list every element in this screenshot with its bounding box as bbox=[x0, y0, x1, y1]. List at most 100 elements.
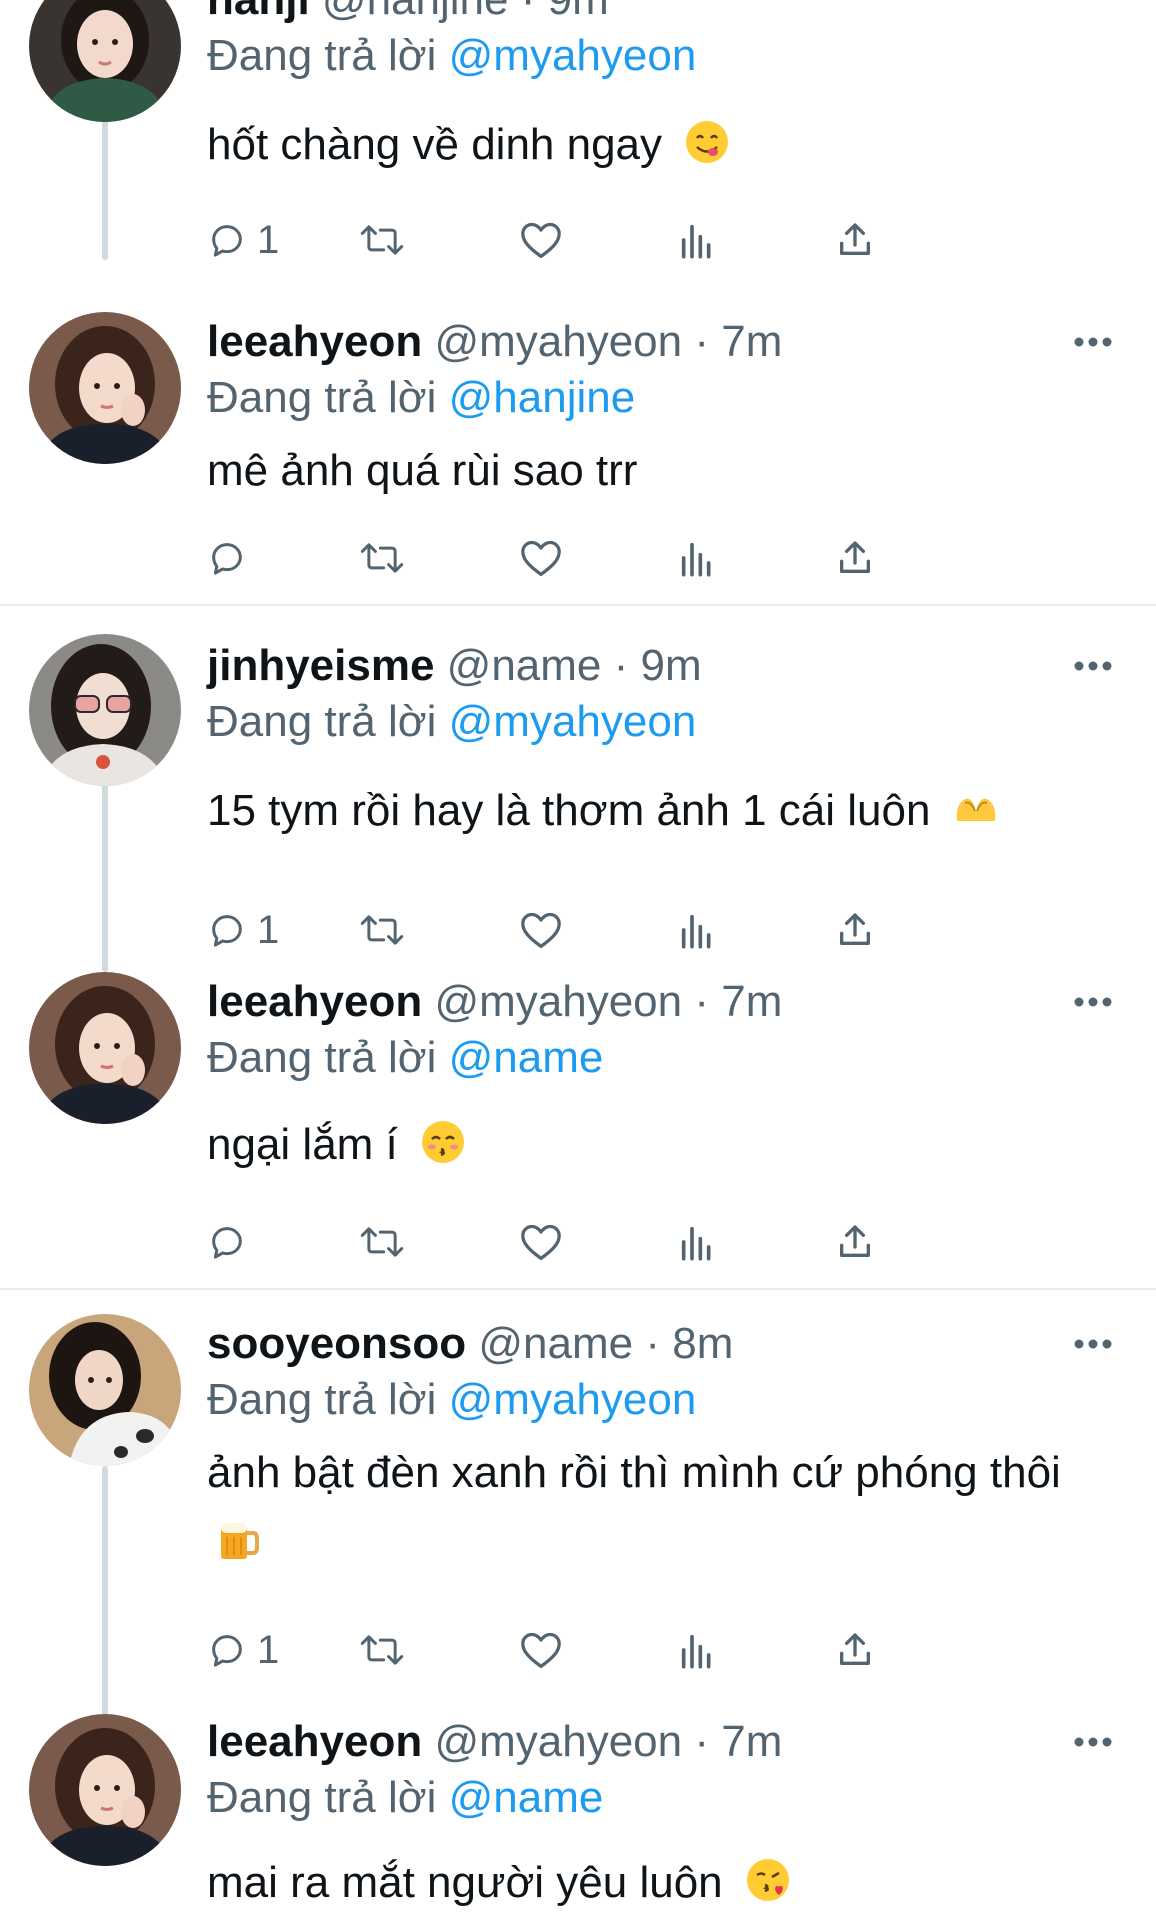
mention-link[interactable]: @myahyeon bbox=[449, 1375, 697, 1424]
timestamp[interactable]: 7m bbox=[721, 977, 782, 1026]
tweet-text: mê ảnh quá rùi sao trr bbox=[207, 436, 1087, 506]
share-button[interactable] bbox=[835, 210, 875, 270]
avatar[interactable] bbox=[29, 634, 181, 786]
reply-button[interactable]: 1 bbox=[207, 210, 279, 270]
like-button[interactable] bbox=[519, 528, 563, 588]
views-icon bbox=[681, 224, 711, 259]
views-icon bbox=[681, 1226, 711, 1261]
more-options-button[interactable] bbox=[1072, 654, 1114, 678]
like-button[interactable] bbox=[519, 210, 563, 270]
avatar[interactable] bbox=[29, 1714, 181, 1866]
share-icon bbox=[840, 541, 870, 573]
display-name[interactable]: leeahyeon bbox=[207, 317, 422, 366]
reply-button[interactable] bbox=[207, 1212, 257, 1272]
action-bar bbox=[207, 1212, 1037, 1272]
share-button[interactable] bbox=[835, 528, 875, 588]
tweet[interactable]: leeahyeon @myahyeon · 7m Đang trả lời @n… bbox=[0, 1688, 1156, 1920]
user-handle[interactable]: @myahyeon bbox=[434, 977, 682, 1026]
retweet-button[interactable] bbox=[359, 1212, 405, 1272]
reply-count: 1 bbox=[257, 1628, 280, 1672]
display-name[interactable]: sooyeonsoo bbox=[207, 1319, 466, 1368]
mention-link[interactable]: @myahyeon bbox=[449, 31, 697, 80]
tweet-text: ảnh bật đèn xanh rồi thì mình cứ phóng t… bbox=[207, 1438, 1087, 1584]
user-handle[interactable]: @name bbox=[447, 641, 602, 690]
user-handle[interactable]: @myahyeon bbox=[434, 1717, 682, 1766]
tweet-text-content: mê ảnh quá rùi sao trr bbox=[207, 446, 638, 495]
reply-button[interactable] bbox=[207, 528, 257, 588]
user-handle[interactable]: @hanjine bbox=[322, 0, 509, 24]
avatar-photo bbox=[29, 312, 181, 464]
tweet-text-content: ngại lắm í bbox=[207, 1120, 398, 1169]
retweet-button[interactable] bbox=[359, 210, 405, 270]
avatar-photo bbox=[29, 972, 181, 1124]
reply-icon bbox=[212, 1227, 242, 1259]
separator-dot: · bbox=[694, 977, 710, 1026]
views-button[interactable] bbox=[679, 528, 715, 588]
avatar[interactable] bbox=[29, 0, 181, 122]
tweet[interactable]: jinhyeisme @name · 9m Đang trả lời @myah… bbox=[0, 606, 1156, 952]
avatar[interactable] bbox=[29, 972, 181, 1124]
views-button[interactable] bbox=[679, 210, 715, 270]
like-button[interactable] bbox=[519, 1212, 563, 1272]
reply-icon bbox=[212, 915, 242, 947]
views-button[interactable] bbox=[679, 1620, 715, 1680]
avatar[interactable] bbox=[29, 1314, 181, 1466]
tweet[interactable]: sooyeonsoo @name · 8m Đang trả lời @myah… bbox=[0, 1290, 1156, 1688]
timestamp[interactable]: 7m bbox=[721, 317, 782, 366]
tweet-text: mai ra mắt người yêu luôn bbox=[207, 1848, 1087, 1924]
share-button[interactable] bbox=[835, 1620, 875, 1680]
tweet-header: jinhyeisme @name · 9m bbox=[207, 636, 702, 696]
mention-link[interactable]: @myahyeon bbox=[449, 697, 697, 746]
retweet-icon bbox=[360, 225, 404, 255]
timestamp[interactable]: 9m bbox=[641, 641, 702, 690]
more-options-button[interactable] bbox=[1072, 1332, 1114, 1356]
more-icon bbox=[1074, 1737, 1112, 1747]
tweet-header: leeahyeon @myahyeon · 7m bbox=[207, 312, 782, 372]
mention-link[interactable]: @name bbox=[449, 1033, 604, 1082]
views-icon bbox=[681, 542, 711, 577]
tweet[interactable]: leeahyeon @myahyeon · 7m Đang trả lời @h… bbox=[0, 300, 1156, 604]
like-button[interactable] bbox=[519, 1620, 563, 1680]
tweet[interactable]: hanji @hanjine · 9m Đang trả lời @myahye… bbox=[0, 0, 1156, 300]
mention-link[interactable]: @name bbox=[449, 1773, 604, 1822]
avatar-photo bbox=[29, 1714, 181, 1866]
user-handle[interactable]: @name bbox=[478, 1319, 633, 1368]
tweet[interactable]: leeahyeon @myahyeon · 7m Đang trả lời @n… bbox=[0, 946, 1156, 1288]
share-button[interactable] bbox=[835, 1212, 875, 1272]
separator-dot: · bbox=[694, 1717, 710, 1766]
views-button[interactable] bbox=[679, 1212, 715, 1272]
timestamp[interactable]: 8m bbox=[672, 1319, 733, 1368]
more-options-button[interactable] bbox=[1072, 990, 1114, 1014]
like-icon bbox=[521, 1632, 561, 1668]
more-options-button[interactable] bbox=[1072, 1730, 1114, 1754]
user-handle[interactable]: @myahyeon bbox=[434, 317, 682, 366]
reply-prefix: Đang trả lời bbox=[207, 1375, 437, 1424]
more-icon bbox=[1074, 337, 1112, 347]
avatar[interactable] bbox=[29, 312, 181, 464]
heart-hands-emoji bbox=[953, 782, 999, 852]
display-name[interactable]: leeahyeon bbox=[207, 1717, 422, 1766]
retweet-button[interactable] bbox=[359, 528, 405, 588]
tweet-text: ngại lắm í bbox=[207, 1110, 1087, 1186]
reply-prefix: Đang trả lời bbox=[207, 31, 437, 80]
reply-button[interactable]: 1 bbox=[207, 1620, 279, 1680]
replying-to: Đang trả lời @myahyeon bbox=[207, 694, 696, 750]
mention-link[interactable]: @hanjine bbox=[449, 373, 636, 422]
tweet-header: sooyeonsoo @name · 8m bbox=[207, 1314, 733, 1374]
reply-icon bbox=[212, 225, 242, 257]
share-icon bbox=[840, 913, 870, 945]
display-name[interactable]: jinhyeisme bbox=[207, 641, 434, 690]
timestamp[interactable]: 9m bbox=[548, 0, 609, 24]
retweet-button[interactable] bbox=[359, 1620, 405, 1680]
more-options-button[interactable] bbox=[1072, 330, 1114, 354]
reply-prefix: Đang trả lời bbox=[207, 697, 437, 746]
timestamp[interactable]: 7m bbox=[721, 1717, 782, 1766]
tweet-text: hốt chàng về dinh ngay bbox=[207, 110, 1087, 186]
share-icon bbox=[840, 1225, 870, 1257]
display-name[interactable]: leeahyeon bbox=[207, 977, 422, 1026]
display-name[interactable]: hanji bbox=[207, 0, 310, 24]
action-bar: 1 bbox=[207, 210, 1037, 270]
like-icon bbox=[521, 540, 561, 576]
face-blowing-kiss-emoji bbox=[745, 1854, 791, 1924]
views-icon bbox=[681, 1634, 711, 1669]
